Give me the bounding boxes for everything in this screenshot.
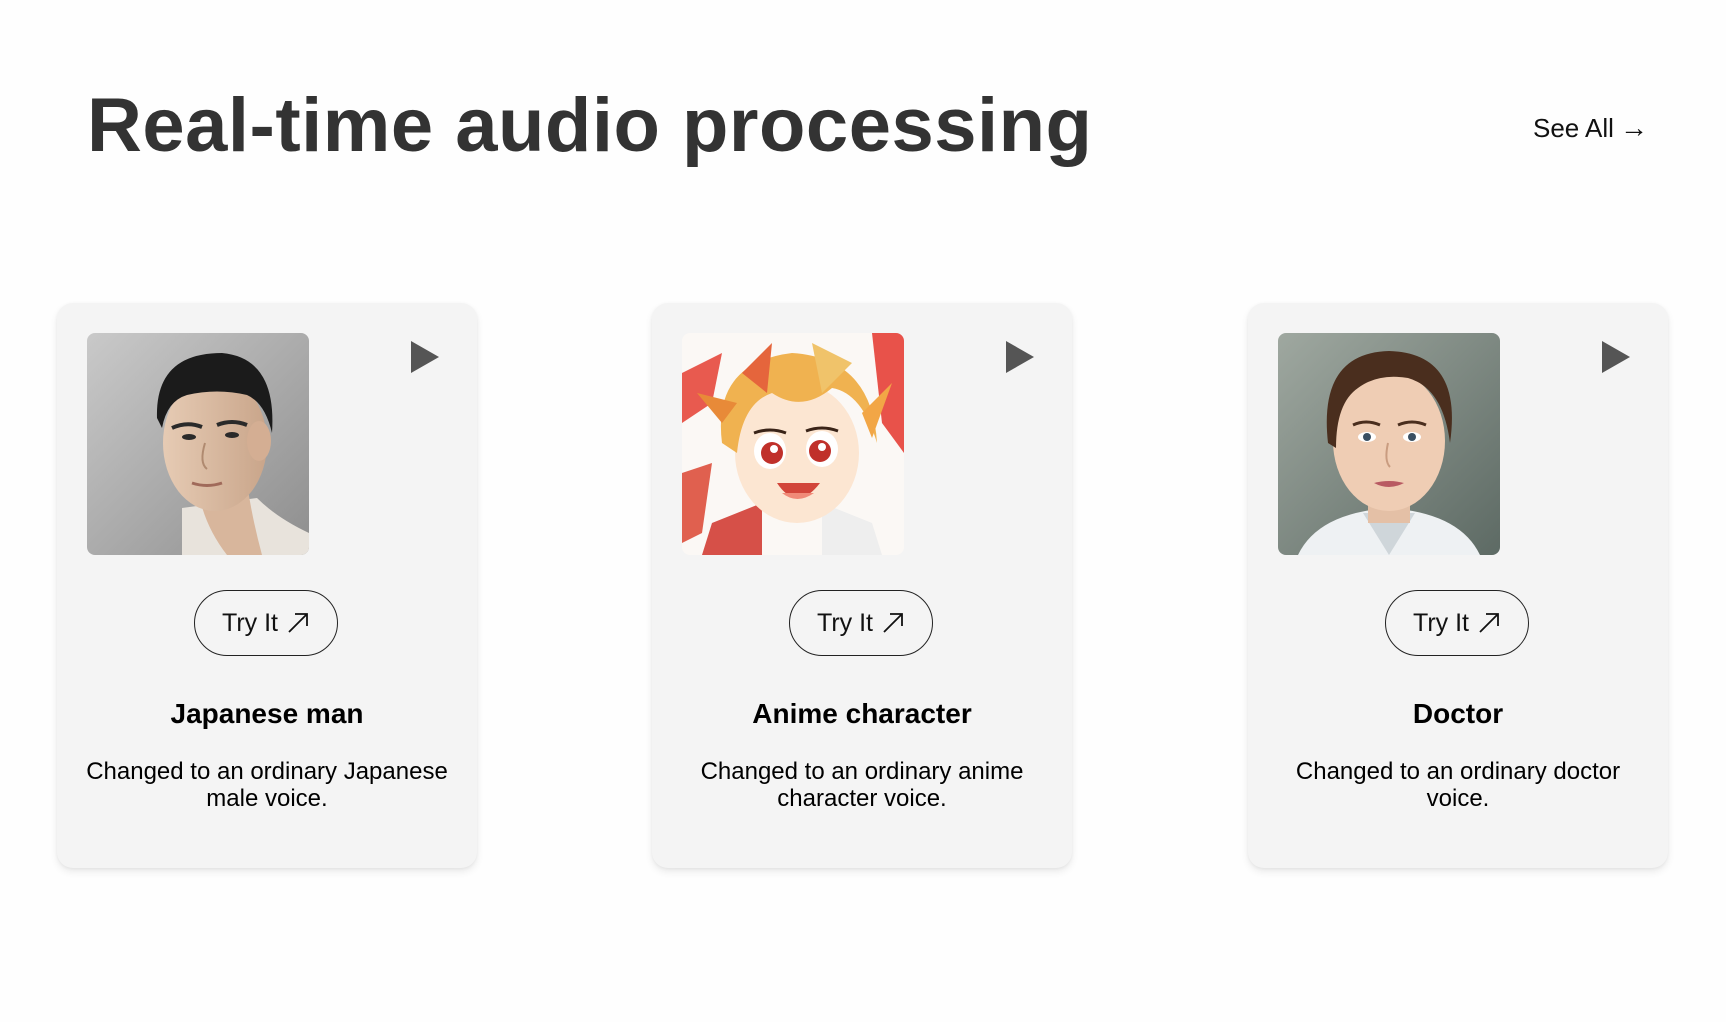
card-title: Anime character bbox=[752, 698, 972, 729]
play-icon bbox=[411, 341, 439, 373]
page-title: Real-time audio processing bbox=[87, 83, 1093, 168]
arrow-right-icon: → bbox=[1619, 112, 1648, 143]
see-all-label: See All bbox=[1533, 112, 1614, 143]
external-arrow-icon bbox=[286, 611, 310, 635]
japanese-man-portrait bbox=[87, 333, 309, 555]
try-it-button[interactable]: Try It bbox=[194, 590, 338, 656]
see-all-link[interactable]: See All → bbox=[1533, 112, 1648, 144]
card-description: Changed to an ordinary doctor voice. bbox=[1295, 758, 1621, 812]
play-icon bbox=[1602, 341, 1630, 373]
card-title: Doctor bbox=[1412, 698, 1504, 729]
try-it-button[interactable]: Try It bbox=[789, 590, 933, 656]
try-it-label: Try It bbox=[816, 608, 873, 637]
section-header: Real-time audio processing See All → bbox=[0, 0, 1726, 200]
card-description: Changed to an ordinary anime character v… bbox=[700, 758, 1024, 812]
try-it-label: Try It bbox=[1412, 608, 1469, 637]
play-button[interactable] bbox=[403, 337, 443, 377]
play-button[interactable] bbox=[1594, 337, 1634, 377]
voice-card-japanese-man: Try It Japanese man Changed to an ordina… bbox=[57, 303, 477, 868]
external-arrow-icon bbox=[1477, 611, 1501, 635]
card-description: Changed to an ordinary Japanese male voi… bbox=[86, 758, 448, 812]
try-it-label: Try It bbox=[221, 608, 278, 637]
play-icon bbox=[1006, 341, 1034, 373]
voice-card-anime-character: Try It Anime character Changed to an ord… bbox=[652, 303, 1072, 868]
doctor-portrait bbox=[1278, 333, 1500, 555]
voice-card-doctor: Try It Doctor Changed to an ordinary doc… bbox=[1248, 303, 1668, 868]
external-arrow-icon bbox=[881, 611, 905, 635]
anime-character-portrait bbox=[682, 333, 904, 555]
card-title: Japanese man bbox=[170, 698, 364, 729]
try-it-button[interactable]: Try It bbox=[1385, 590, 1529, 656]
play-button[interactable] bbox=[998, 337, 1038, 377]
